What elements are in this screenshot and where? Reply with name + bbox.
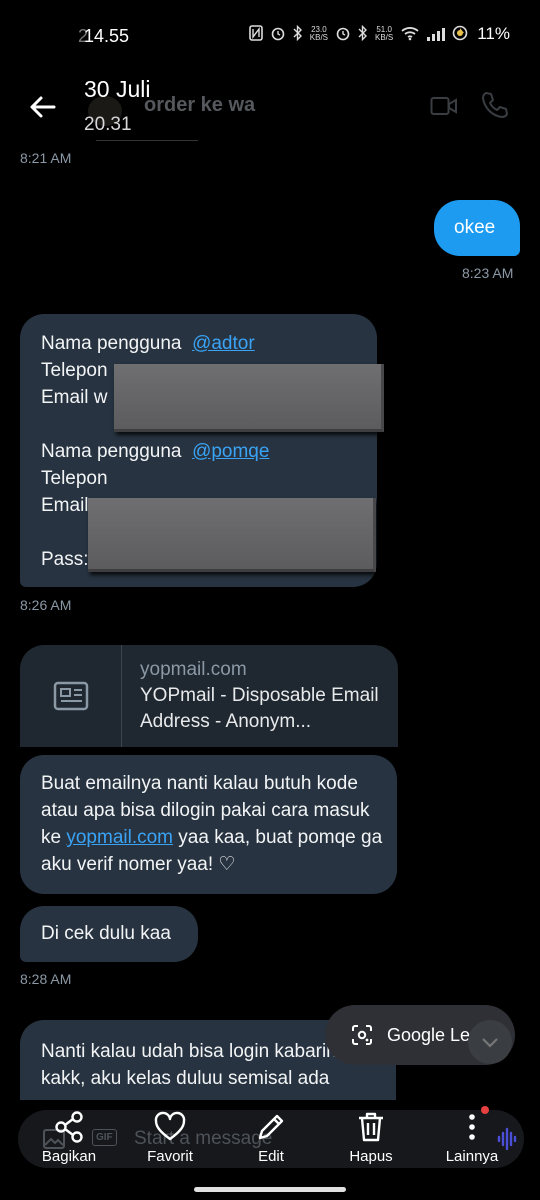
battery-percent: 11% bbox=[477, 24, 510, 43]
more-vertical-icon bbox=[469, 1114, 475, 1140]
phone-icon bbox=[482, 92, 508, 118]
scroll-down-button[interactable] bbox=[468, 1020, 512, 1064]
message-timestamp: 8:26 AM bbox=[20, 597, 72, 613]
message-timestamp: 8:28 AM bbox=[20, 971, 72, 987]
bluetooth-icon-2 bbox=[358, 24, 368, 44]
download-speed: 51.0 KB/S bbox=[375, 25, 394, 42]
label-phone: Telepon bbox=[41, 360, 108, 381]
contact-name[interactable]: order ke wa bbox=[144, 94, 255, 117]
link-domain: yopmail.com bbox=[140, 659, 247, 680]
delete-button[interactable]: Hapus bbox=[326, 1100, 416, 1165]
share-label: Bagikan bbox=[41, 1148, 97, 1165]
more-label: Lainnya bbox=[445, 1148, 499, 1165]
screenshot-date: 30 Juli bbox=[84, 76, 151, 102]
more-button[interactable]: Lainnya bbox=[427, 1100, 517, 1165]
favorite-button[interactable]: Favorit bbox=[125, 1100, 215, 1165]
voice-call-button[interactable] bbox=[480, 90, 508, 125]
share-icon bbox=[55, 1111, 83, 1143]
message-timestamp: 8:23 AM bbox=[462, 265, 514, 281]
alarm-icon-2 bbox=[335, 25, 351, 44]
lens-icon bbox=[352, 1025, 372, 1045]
share-button[interactable]: Bagikan bbox=[24, 1100, 114, 1165]
delete-label: Hapus bbox=[349, 1148, 393, 1165]
header-divider bbox=[96, 140, 198, 141]
label-email: Email bbox=[41, 495, 89, 516]
incoming-message[interactable]: Di cek dulu kaa bbox=[20, 906, 198, 962]
label-username: Nama pengguna bbox=[41, 441, 182, 462]
label-username: Nama pengguna bbox=[41, 333, 182, 354]
back-button[interactable] bbox=[26, 90, 60, 124]
redaction-block bbox=[88, 498, 376, 572]
alarm-icon bbox=[270, 25, 286, 44]
video-call-button[interactable] bbox=[430, 94, 458, 123]
edit-button[interactable]: Edit bbox=[226, 1100, 316, 1165]
edit-label: Edit bbox=[258, 1148, 284, 1165]
notification-dot bbox=[481, 1106, 489, 1114]
message-timestamp: 8:21 AM bbox=[20, 150, 72, 166]
mention-link[interactable]: @adtor bbox=[192, 333, 255, 354]
incoming-message-yopmail[interactable]: Buat emailnya nanti kalau butuh kode ata… bbox=[20, 755, 397, 894]
label-phone: Telepon bbox=[41, 468, 108, 489]
upload-speed: 23.0 KB/S bbox=[309, 25, 328, 42]
nfc-icon bbox=[248, 24, 263, 44]
bluetooth-icon bbox=[293, 24, 303, 44]
link-title: YOPmail - Disposable Email Address - Ano… bbox=[140, 685, 379, 732]
chevron-down-icon bbox=[482, 1038, 498, 1048]
video-camera-icon bbox=[430, 97, 457, 115]
back-arrow-icon bbox=[30, 96, 56, 118]
bottom-toolbar: Bagikan Favorit Edit Hapus Lainnya bbox=[0, 1100, 540, 1180]
redaction-block bbox=[114, 364, 384, 432]
conversation-header: order ke wa 30 Juli 20.31 bbox=[0, 72, 540, 142]
status-time: 14.55 bbox=[84, 26, 130, 46]
home-indicator[interactable] bbox=[194, 1187, 346, 1192]
link-thumbnail bbox=[20, 645, 122, 747]
trash-icon bbox=[359, 1112, 383, 1142]
screenshot-time: 20.31 bbox=[84, 114, 132, 135]
link-preview-card[interactable]: yopmail.com YOPmail - Disposable Email A… bbox=[20, 645, 398, 747]
label-email: Email w bbox=[41, 387, 108, 408]
battery-icon bbox=[452, 25, 468, 44]
article-icon bbox=[53, 681, 88, 711]
status-icons: 23.0 KB/S 51.0 KB/S 11% bbox=[248, 24, 510, 44]
message-text: Di cek dulu kaa bbox=[41, 923, 171, 944]
message-text: Nanti kalau udah bisa login kabarin ya k… bbox=[41, 1041, 363, 1089]
pencil-icon bbox=[258, 1114, 284, 1140]
heart-icon bbox=[154, 1111, 186, 1141]
message-text: okee bbox=[454, 217, 496, 238]
status-bar: 2 14.55 23.0 KB/S 51.0 KB/S 11% bbox=[0, 0, 540, 72]
signal-icon bbox=[427, 27, 446, 41]
message-link[interactable]: yopmail.com bbox=[66, 827, 173, 848]
mention-link[interactable]: @pomqe bbox=[192, 441, 269, 462]
favorite-label: Favorit bbox=[147, 1148, 193, 1165]
label-password: Pass: bbox=[41, 549, 89, 570]
outgoing-message[interactable]: okee bbox=[434, 200, 520, 256]
wifi-icon bbox=[400, 25, 420, 44]
